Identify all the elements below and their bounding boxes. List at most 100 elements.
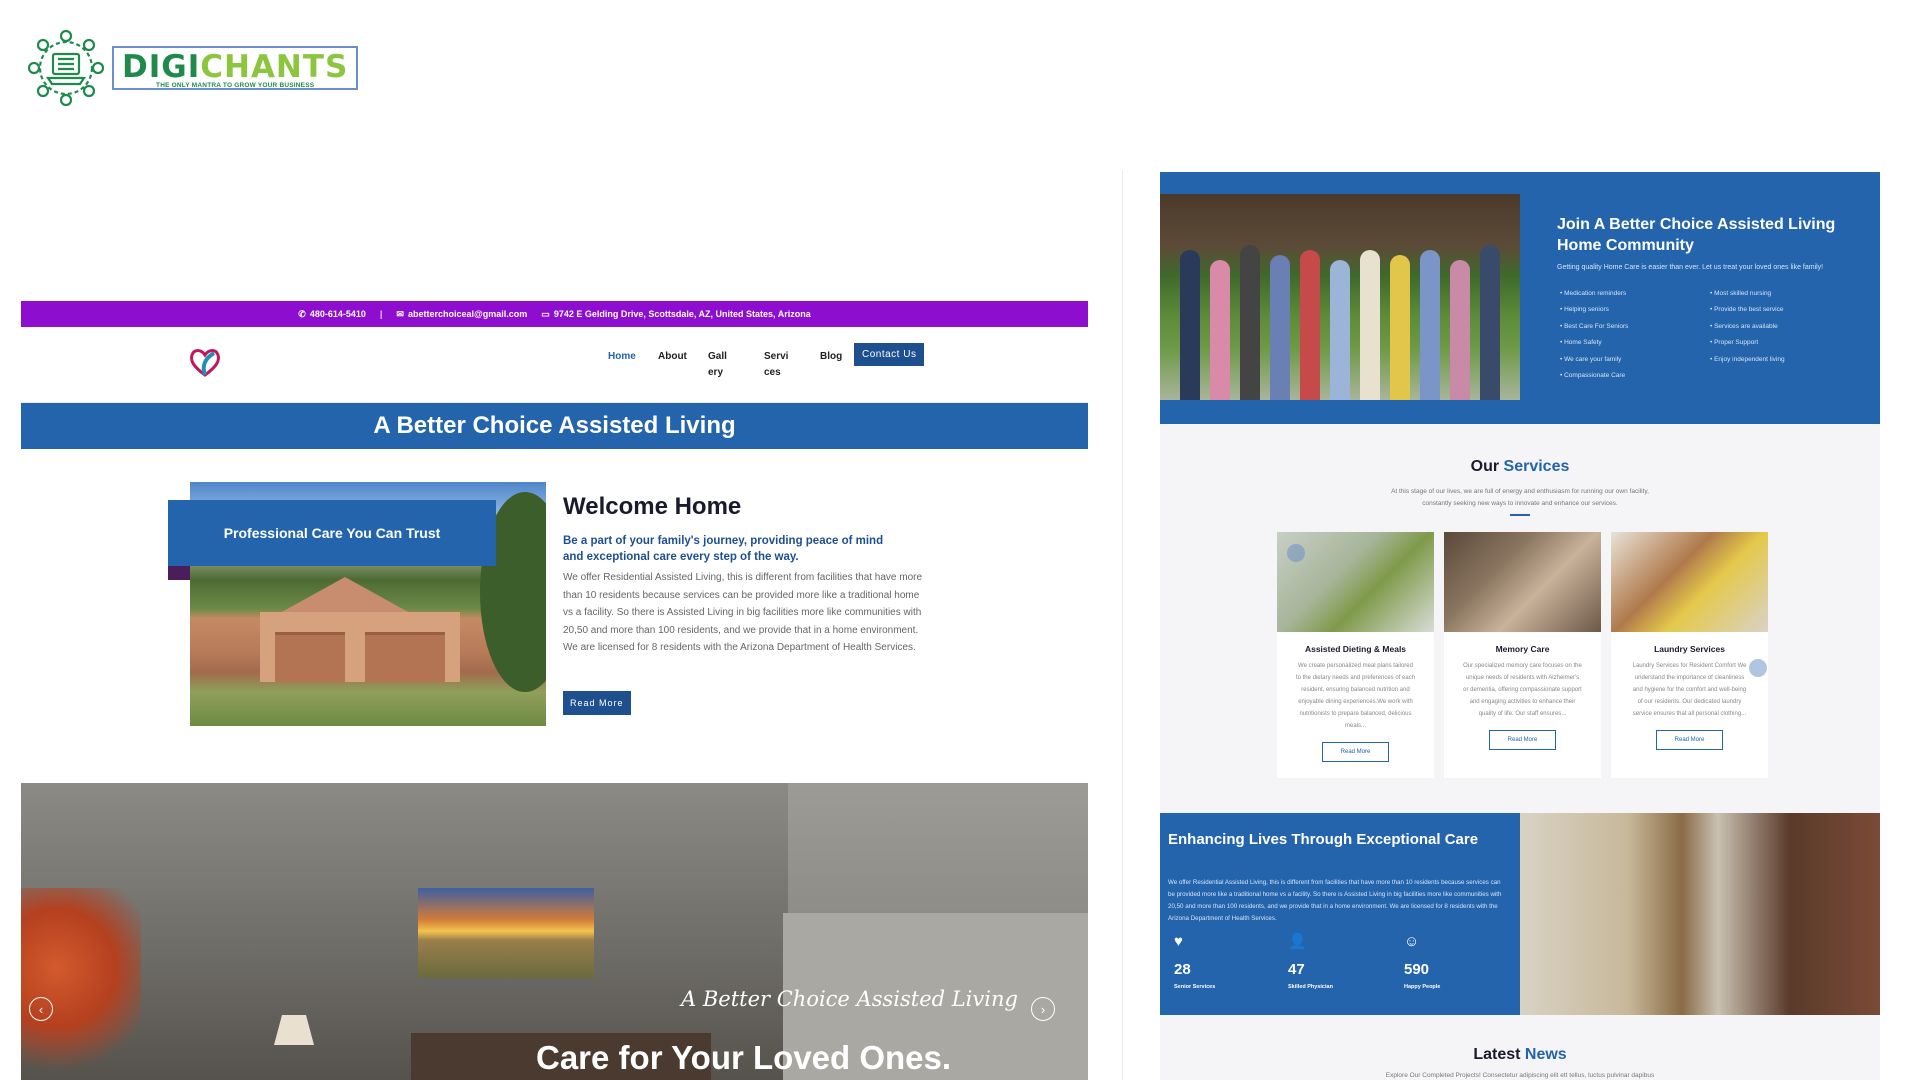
nav-home[interactable]: Home: [608, 343, 658, 365]
services-heading-b: Services: [1503, 458, 1570, 475]
list-item: Best Care For Seniors: [1560, 319, 1628, 335]
services-subtitle: At this stage of our lives, we are full …: [1160, 486, 1880, 510]
list-item: Services are available: [1710, 319, 1785, 335]
join-subtitle: Getting quality Home Care is easier than…: [1557, 264, 1824, 271]
slide-script-title: A Better Choice Assisted Living: [681, 987, 1018, 1011]
news-subtitle: Explore Our Completed Projects! Consecte…: [1385, 1072, 1655, 1079]
list-item: Most skilled nursing: [1710, 286, 1785, 302]
welcome-section: Professional Care You Can Trust Welcome …: [21, 449, 1088, 783]
trust-badge: Professional Care You Can Trust: [168, 500, 496, 566]
stat-label: Skilled Physician: [1288, 984, 1333, 990]
stat-number: 590: [1404, 961, 1430, 978]
chevron-left-icon: ‹: [38, 1001, 44, 1017]
stat-number: 47: [1288, 961, 1305, 978]
service-card: Laundry Services Laundry Services for Re…: [1611, 532, 1768, 778]
heading-underline: [1510, 514, 1530, 516]
card-description: Our specialized memory care focuses on t…: [1463, 663, 1582, 717]
person-shape: [1480, 245, 1500, 400]
nav-about[interactable]: About: [658, 343, 708, 365]
list-item: Helping seniors: [1560, 302, 1628, 318]
news-heading-a: Latest: [1473, 1046, 1521, 1063]
card-title: Laundry Services: [1654, 644, 1725, 654]
memory-care-photo: [1444, 532, 1601, 632]
card-title: Assisted Dieting & Meals: [1304, 644, 1407, 654]
slider-next-arrow[interactable]: ›: [1031, 997, 1055, 1021]
hero-title-band: A Better Choice Assisted Living: [21, 403, 1088, 449]
heart-logo-icon[interactable]: [188, 345, 222, 379]
list-item: We care your family: [1560, 352, 1628, 368]
brand-wordmark: DIGICHANTS THE ONLY MANTRA TO GROW YOUR …: [112, 46, 359, 90]
phone-icon: ✆: [298, 308, 306, 319]
enhancing-body: We offer Residential Assisted Living, th…: [1168, 879, 1502, 922]
digichants-logo: DIGICHANTS THE ONLY MANTRA TO GROW YOUR …: [26, 28, 359, 108]
person-shape: [1270, 255, 1290, 400]
garage-door: [365, 632, 445, 682]
chevron-right-icon: ›: [1040, 1001, 1046, 1017]
address-text: 9742 E Gelding Drive, Scottsdale, AZ, Un…: [553, 308, 811, 319]
person-shape: [1180, 250, 1200, 400]
mail-icon: ✉: [396, 308, 404, 319]
house-roof: [272, 577, 418, 617]
carousel-prev-dot[interactable]: [1287, 544, 1305, 562]
card-description: We create personalized meal plans tailor…: [1295, 663, 1416, 729]
person-shape: [1390, 255, 1410, 400]
welcome-lead: Be a part of your family's journey, prov…: [563, 535, 884, 563]
email-item[interactable]: ✉ abetterchoiceal@gmail.com: [396, 309, 527, 320]
stat-block: 👤 47 Skilled Physician: [1288, 933, 1333, 990]
person-shape: [1240, 245, 1260, 400]
card-read-more-button[interactable]: Read More: [1322, 742, 1389, 762]
join-title: Join A Better Choice Assisted Living Hom…: [1557, 216, 1836, 254]
stat-number: 28: [1174, 961, 1191, 978]
service-card: Assisted Dieting & Meals We create perso…: [1277, 532, 1434, 778]
enhancing-lives-section: Enhancing Lives Through Exceptional Care…: [1160, 813, 1880, 1015]
map-icon: ▭: [541, 308, 550, 319]
read-more-button[interactable]: Read More: [563, 691, 631, 715]
person-shape: [1360, 250, 1380, 400]
welcome-body: We offer Residential Assisted Living, th…: [563, 572, 923, 654]
homepage-mockup-right: Join A Better Choice Assisted Living Hom…: [1160, 172, 1880, 1080]
nav-gallery[interactable]: Gall ery: [708, 343, 730, 381]
services-subtitle-line: At this stage of our lives, we are full …: [1391, 488, 1649, 495]
slide-title: Care for Your Loved Ones.: [536, 1039, 952, 1076]
table-lamp: [274, 1015, 314, 1045]
person-shape: [1450, 260, 1470, 400]
main-nav: Home About Gall ery Servi ces Blog Conta…: [21, 327, 1088, 403]
news-heading-b: News: [1524, 1046, 1567, 1063]
phone-text: 480-614-5410: [309, 308, 366, 319]
topbar-separator: |: [379, 309, 383, 319]
laundry-photo: [1611, 532, 1768, 632]
card-read-more-button[interactable]: Read More: [1656, 730, 1723, 750]
laptop-network-icon: [27, 29, 105, 107]
services-subtitle-line: constantly seeking new ways to innovate …: [1422, 500, 1618, 507]
list-item: Medication reminders: [1560, 286, 1628, 302]
phone-item[interactable]: ✆ 480-614-5410: [298, 309, 366, 320]
stat-label: Happy People: [1404, 984, 1441, 990]
list-item: Proper Support: [1710, 335, 1785, 351]
services-heading-a: Our: [1470, 458, 1500, 475]
nav-contact-button[interactable]: Contact Us: [854, 343, 925, 366]
card-read-more-button[interactable]: Read More: [1489, 730, 1556, 750]
contact-topbar: ✆ 480-614-5410 | ✉ abetterchoiceal@gmail.c…: [21, 301, 1088, 327]
badge-accent: [168, 566, 190, 580]
enhancing-title: Enhancing Lives Through Exceptional Care: [1168, 831, 1479, 848]
join-community-section: Join A Better Choice Assisted Living Hom…: [1160, 172, 1880, 424]
welcome-title: Welcome Home: [563, 493, 742, 520]
person-shape: [1300, 250, 1320, 400]
smile-icon: ☺: [1404, 933, 1420, 950]
list-item: Home Safety: [1560, 335, 1628, 351]
person-shape: [1210, 260, 1230, 400]
carousel-next-dot[interactable]: [1749, 659, 1767, 677]
card-title: Memory Care: [1495, 644, 1550, 654]
person-shape: [1330, 260, 1350, 400]
slider-prev-arrow[interactable]: ‹: [29, 997, 53, 1021]
nav-links: Home About Gall ery Servi ces Blog Conta…: [608, 343, 925, 381]
garage-door: [275, 632, 345, 682]
news-heading: Latest News: [1160, 1046, 1880, 1064]
user-icon: 👤: [1288, 933, 1307, 950]
features-list-left: Medication reminders Helping seniors Bes…: [1560, 286, 1628, 384]
nav-services[interactable]: Servi ces: [764, 343, 788, 381]
brand-name-part1: DIGI: [122, 49, 201, 85]
services-heading: Our Services: [1160, 458, 1880, 476]
hallway-photo: [1520, 813, 1880, 1015]
autumn-plant: [21, 888, 141, 1080]
